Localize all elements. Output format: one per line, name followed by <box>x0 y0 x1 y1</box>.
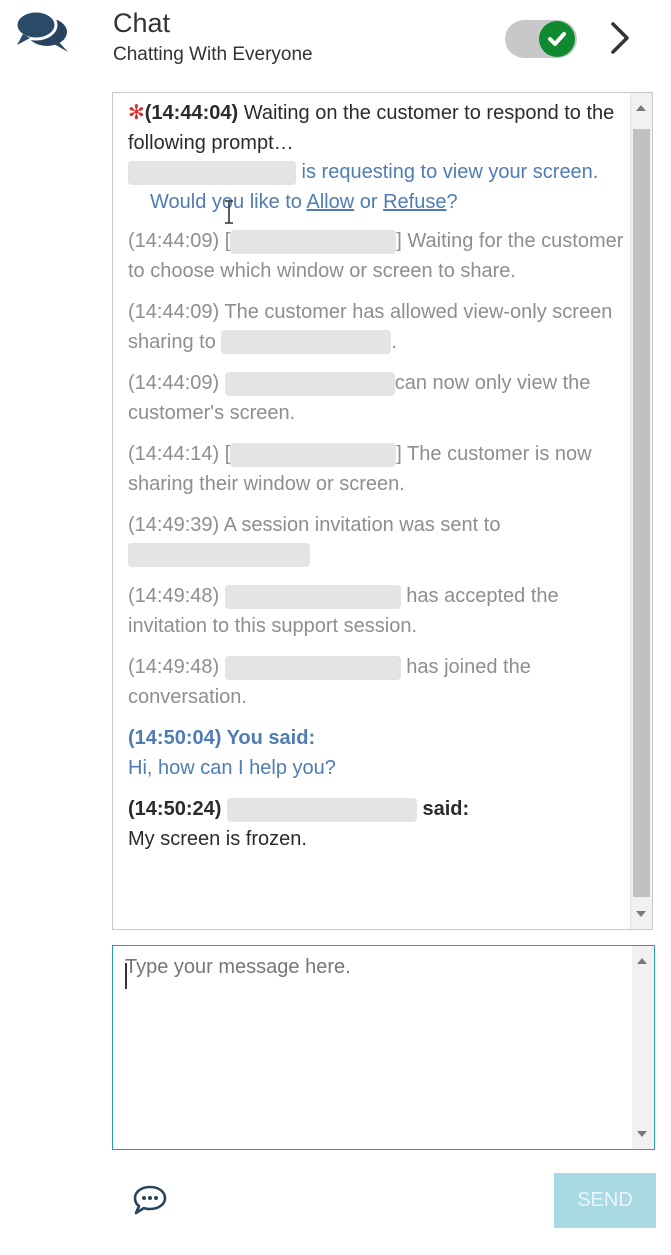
scroll-thumb[interactable] <box>633 129 650 897</box>
chat-bubbles-icon <box>14 9 68 52</box>
message-input[interactable] <box>125 956 625 1141</box>
chat-message: (14:49:39) A session invitation was sent… <box>128 511 628 570</box>
redacted-name <box>224 655 401 680</box>
or-text: or <box>354 190 384 213</box>
chat-title: Chat <box>113 8 171 38</box>
redacted-name <box>230 229 397 254</box>
request-label: is requesting to view your screen. <box>296 161 599 183</box>
message-time: (14:44:09) <box>128 301 220 323</box>
chat-log-scrollbar[interactable] <box>630 93 652 929</box>
chat-message-customer: (14:50:24) said: My screen is frozen. <box>128 795 628 854</box>
text-caret <box>125 963 127 989</box>
redacted-name <box>230 442 397 467</box>
send-button[interactable]: SEND <box>554 1173 656 1228</box>
message-text: Hi, how can I help you? <box>128 756 336 779</box>
message-header: (14:50:24) said: <box>128 795 628 825</box>
chat-toggle[interactable] <box>505 20 577 58</box>
text-cursor-icon <box>225 200 233 224</box>
scroll-up-icon[interactable] <box>637 958 647 964</box>
chat-message: (14:44:09) can now only view the custome… <box>128 369 628 428</box>
chat-subtitle: Chatting With Everyone <box>113 44 313 65</box>
redacted-name <box>221 330 392 355</box>
chat-message: (14:44:09) The customer has allowed view… <box>128 298 628 357</box>
message-time: (14:44:09) <box>128 230 220 252</box>
chevron-right-icon[interactable] <box>603 18 637 58</box>
alert-star-icon: ✻ <box>128 102 145 124</box>
chat-message: (14:49:48) has joined the conversation. <box>128 653 628 712</box>
chat-message: (14:44:09) [] Waiting for the customer t… <box>128 227 628 286</box>
scroll-up-icon[interactable] <box>636 105 646 111</box>
message-time: (14:49:48) <box>128 656 225 678</box>
question-mark: ? <box>446 190 458 213</box>
message-time: (14:49:39) <box>128 514 220 536</box>
message-time: (14:44:09) <box>128 372 225 394</box>
chat-message: (14:49:48) has accepted the invitation t… <box>128 582 628 641</box>
scroll-down-icon[interactable] <box>636 911 646 917</box>
message-input-box[interactable] <box>112 945 655 1150</box>
bracket-open: [ <box>219 443 231 465</box>
chat-message: (14:44:14) [] The customer is now sharin… <box>128 440 628 499</box>
message-end: . <box>391 330 397 353</box>
permission-question: Would you like to Allow or Refuse? <box>128 188 628 218</box>
message-time: (14:44:14) <box>128 443 220 465</box>
bracket-open: [ <box>219 230 231 252</box>
redacted-name <box>226 797 417 822</box>
chat-message: ✻(14:44:04) Waiting on the customer to r… <box>128 99 628 217</box>
message-text: A session invitation was sent to <box>219 514 501 536</box>
allow-link[interactable]: Allow <box>306 191 354 213</box>
message-time: (14:50:24) <box>128 798 227 820</box>
chat-message-own: (14:50:04) You said: Hi, how can I help … <box>128 724 628 783</box>
message-text: My screen is frozen. <box>128 827 307 850</box>
input-scrollbar[interactable] <box>632 946 654 1149</box>
chat-bubble-dots-icon[interactable] <box>131 1184 169 1216</box>
redacted-name <box>224 371 395 396</box>
request-text: is requesting to view your screen. <box>128 160 599 185</box>
check-icon <box>548 32 566 46</box>
redacted-name <box>128 160 296 185</box>
message-header: (14:50:04) You said: <box>128 727 316 749</box>
refuse-link[interactable]: Refuse <box>383 191 446 213</box>
chat-messages: ✻(14:44:04) Waiting on the customer to r… <box>128 99 628 866</box>
chat-log: ✻(14:44:04) Waiting on the customer to r… <box>112 92 653 930</box>
scroll-down-icon[interactable] <box>637 1131 647 1137</box>
message-said: said: <box>416 798 470 820</box>
toggle-knob <box>539 21 575 57</box>
redacted-name <box>224 584 401 609</box>
redacted-name <box>128 543 310 568</box>
message-time: (14:44:04) <box>144 102 239 124</box>
message-time: (14:49:48) <box>128 585 225 607</box>
